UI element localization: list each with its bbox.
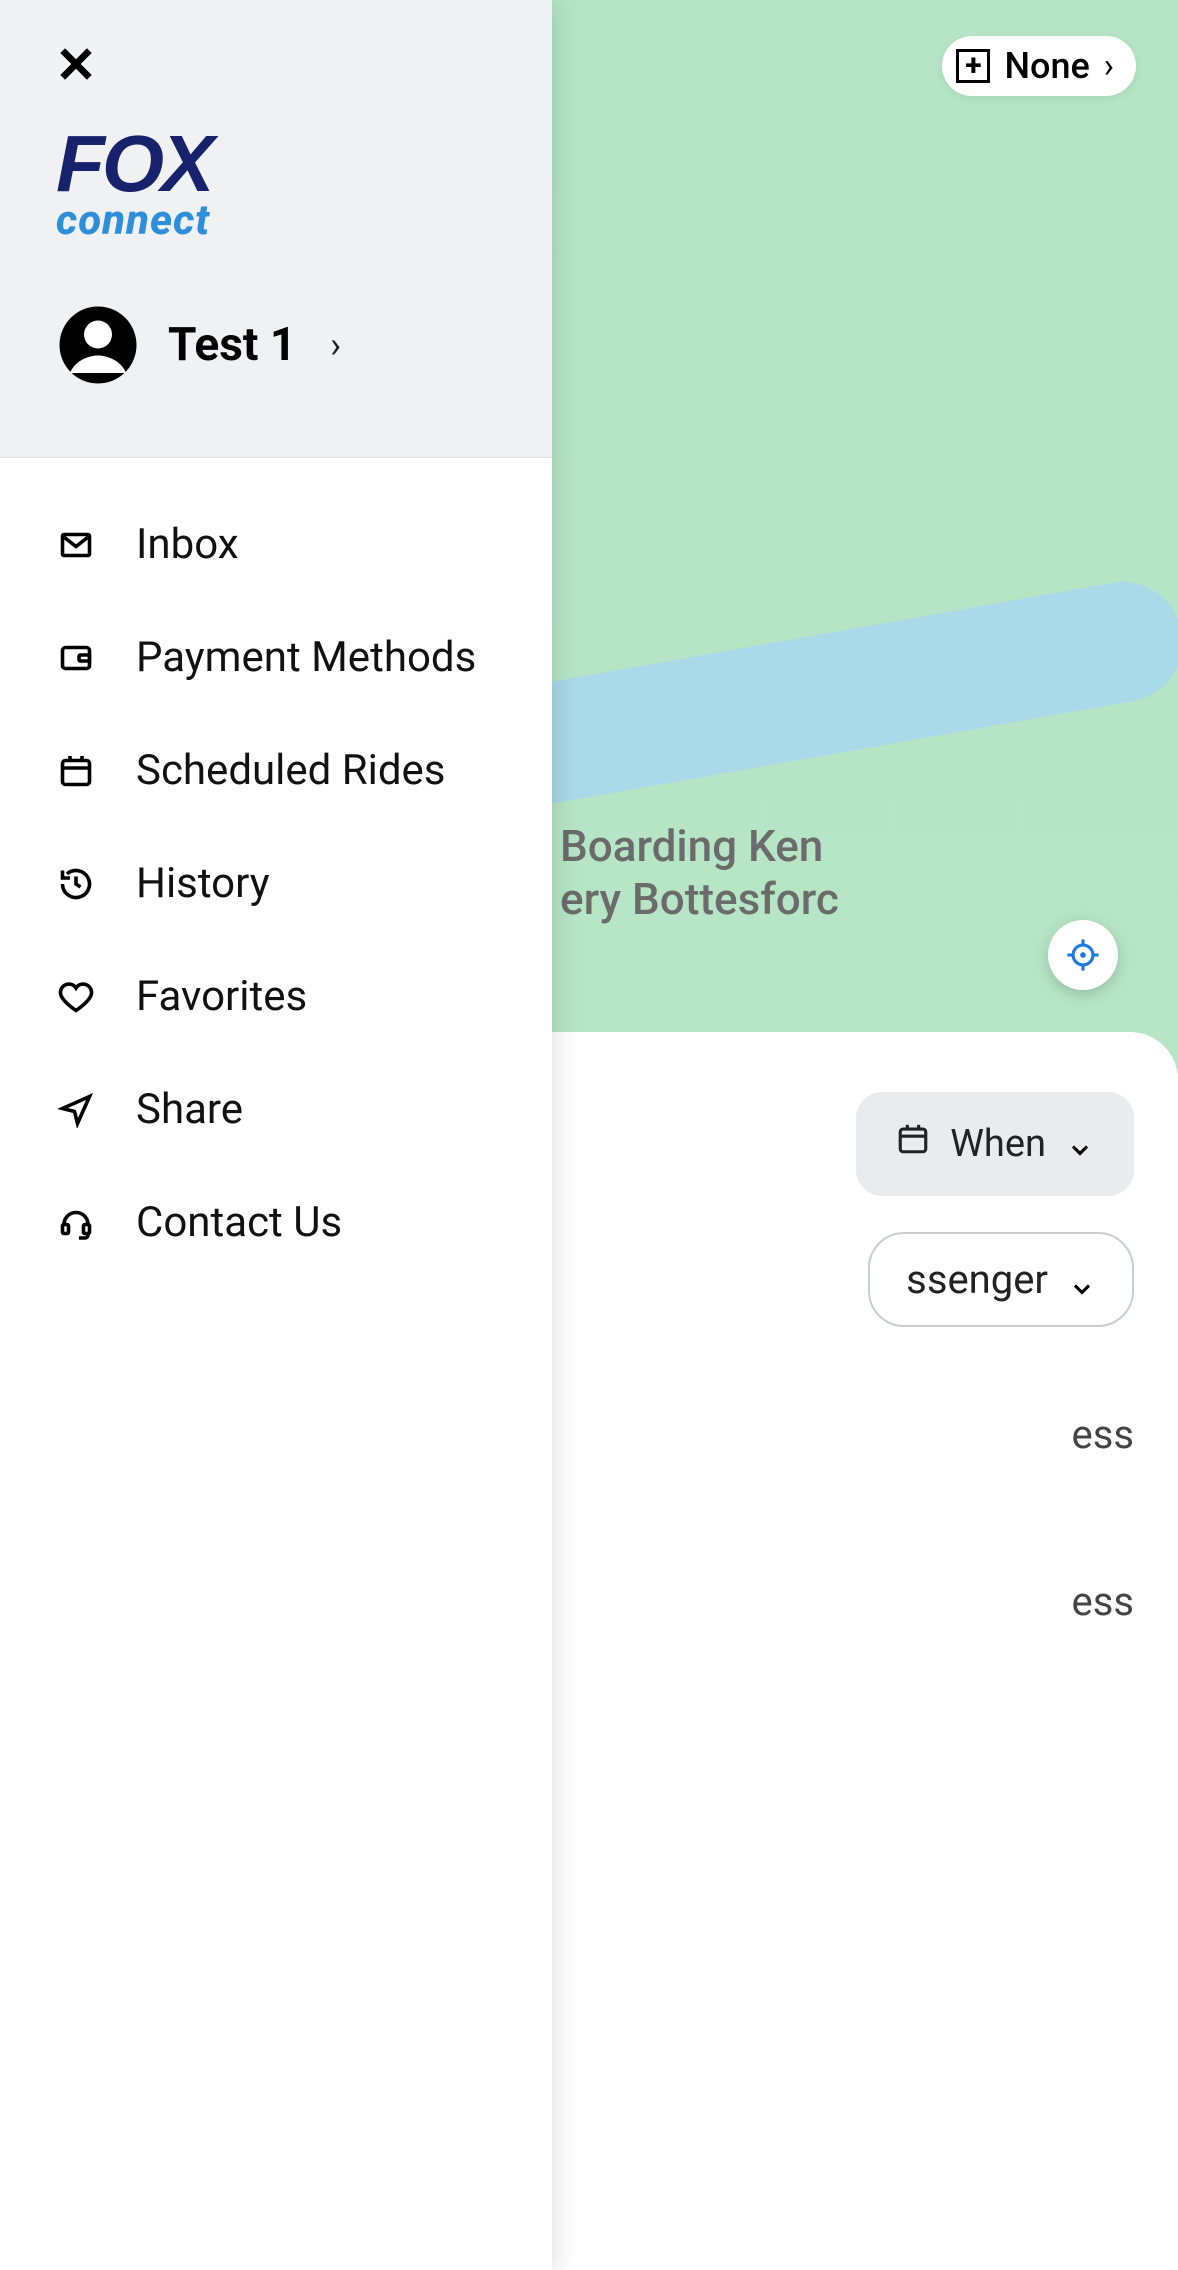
menu-item-label: Inbox	[136, 520, 239, 569]
logo-top-text: FOX	[56, 136, 496, 192]
wallet-icon	[56, 638, 96, 678]
mail-icon	[56, 525, 96, 565]
avatar-icon	[56, 303, 140, 387]
chevron-right-icon: ›	[330, 324, 341, 366]
when-selector[interactable]: When	[856, 1092, 1134, 1196]
heart-icon	[56, 977, 96, 1017]
menu-item-label: Payment Methods	[136, 633, 476, 682]
menu-item-favorites[interactable]: Favorites	[56, 940, 496, 1053]
menu-item-contact[interactable]: Contact Us	[56, 1166, 496, 1279]
menu-item-label: History	[136, 859, 270, 908]
crosshair-icon	[1066, 938, 1100, 972]
history-icon	[56, 864, 96, 904]
menu-item-label: Contact Us	[136, 1198, 342, 1247]
logo-bottom-text: connect	[56, 196, 496, 245]
profile-chip[interactable]: + None ›	[942, 36, 1136, 96]
chevron-right-icon: ›	[1104, 46, 1114, 86]
menu-item-history[interactable]: History	[56, 827, 496, 940]
chevron-down-icon	[1066, 1130, 1094, 1158]
passenger-label: ssenger	[906, 1256, 1048, 1303]
locate-me-button[interactable]	[1048, 920, 1118, 990]
menu-item-payment[interactable]: Payment Methods	[56, 601, 496, 714]
navigation-drawer: FOX connect Test 1 › Inbox Payment Metho…	[0, 0, 552, 2270]
menu-item-scheduled[interactable]: Scheduled Rides	[56, 714, 496, 827]
send-icon	[56, 1090, 96, 1130]
close-icon	[56, 44, 96, 84]
menu-item-share[interactable]: Share	[56, 1053, 496, 1166]
drawer-menu: Inbox Payment Methods Scheduled Rides Hi…	[0, 458, 552, 1309]
map-place-label: Boarding Ken ery Bottesforc	[560, 820, 839, 926]
calendar-icon	[896, 1122, 930, 1166]
passenger-selector[interactable]: ssenger	[868, 1232, 1134, 1327]
close-button[interactable]	[56, 44, 96, 84]
app-logo: FOX connect	[56, 136, 496, 245]
profile-name: Test 1	[168, 318, 296, 372]
drawer-header: FOX connect Test 1 ›	[0, 0, 552, 458]
profile-chip-label: None	[1004, 45, 1089, 87]
plus-box-icon: +	[956, 49, 990, 83]
profile-row[interactable]: Test 1 ›	[56, 303, 496, 387]
headset-icon	[56, 1203, 96, 1243]
calendar-icon	[56, 751, 96, 791]
menu-item-inbox[interactable]: Inbox	[56, 488, 496, 601]
menu-item-label: Share	[136, 1085, 243, 1134]
when-label: When	[950, 1122, 1046, 1166]
chevron-down-icon	[1068, 1266, 1096, 1294]
menu-item-label: Favorites	[136, 972, 307, 1021]
menu-item-label: Scheduled Rides	[136, 746, 445, 795]
